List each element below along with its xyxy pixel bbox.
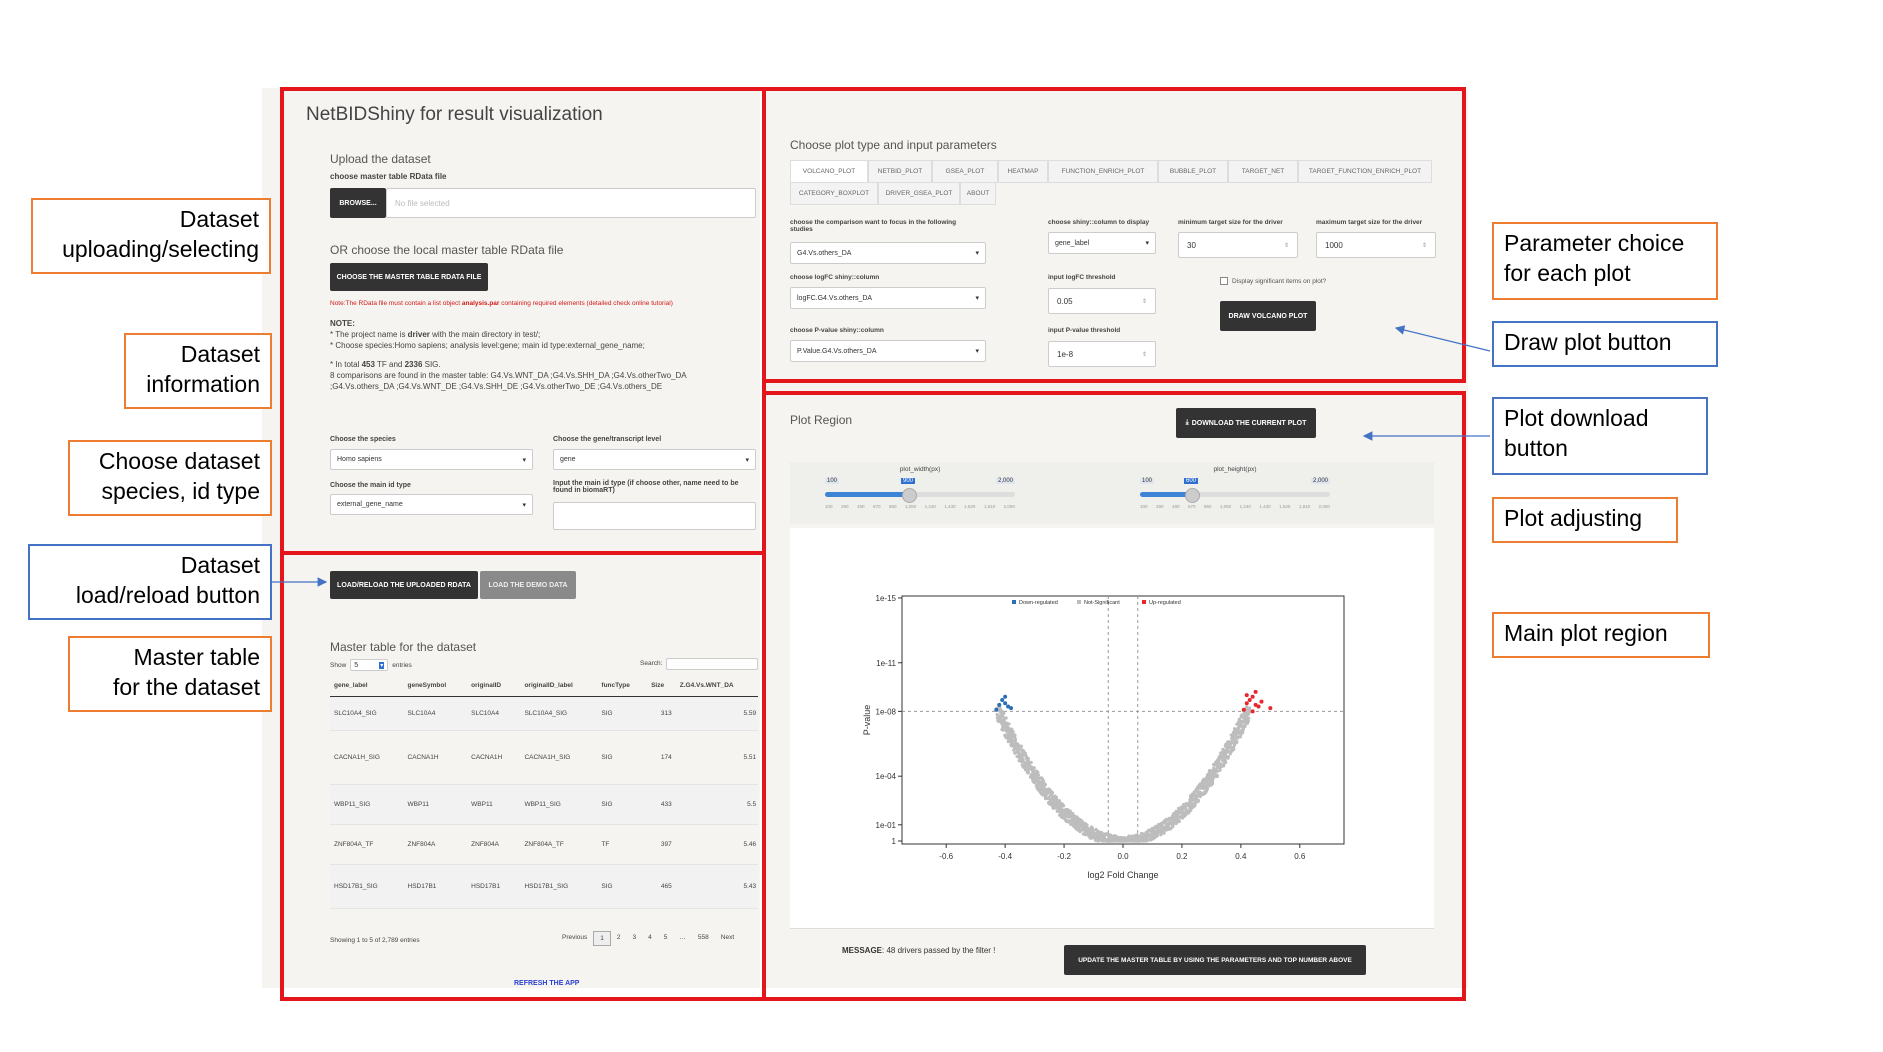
arrow-draw-button: [1394, 325, 1491, 352]
callout-arrows: [272, 325, 1491, 587]
